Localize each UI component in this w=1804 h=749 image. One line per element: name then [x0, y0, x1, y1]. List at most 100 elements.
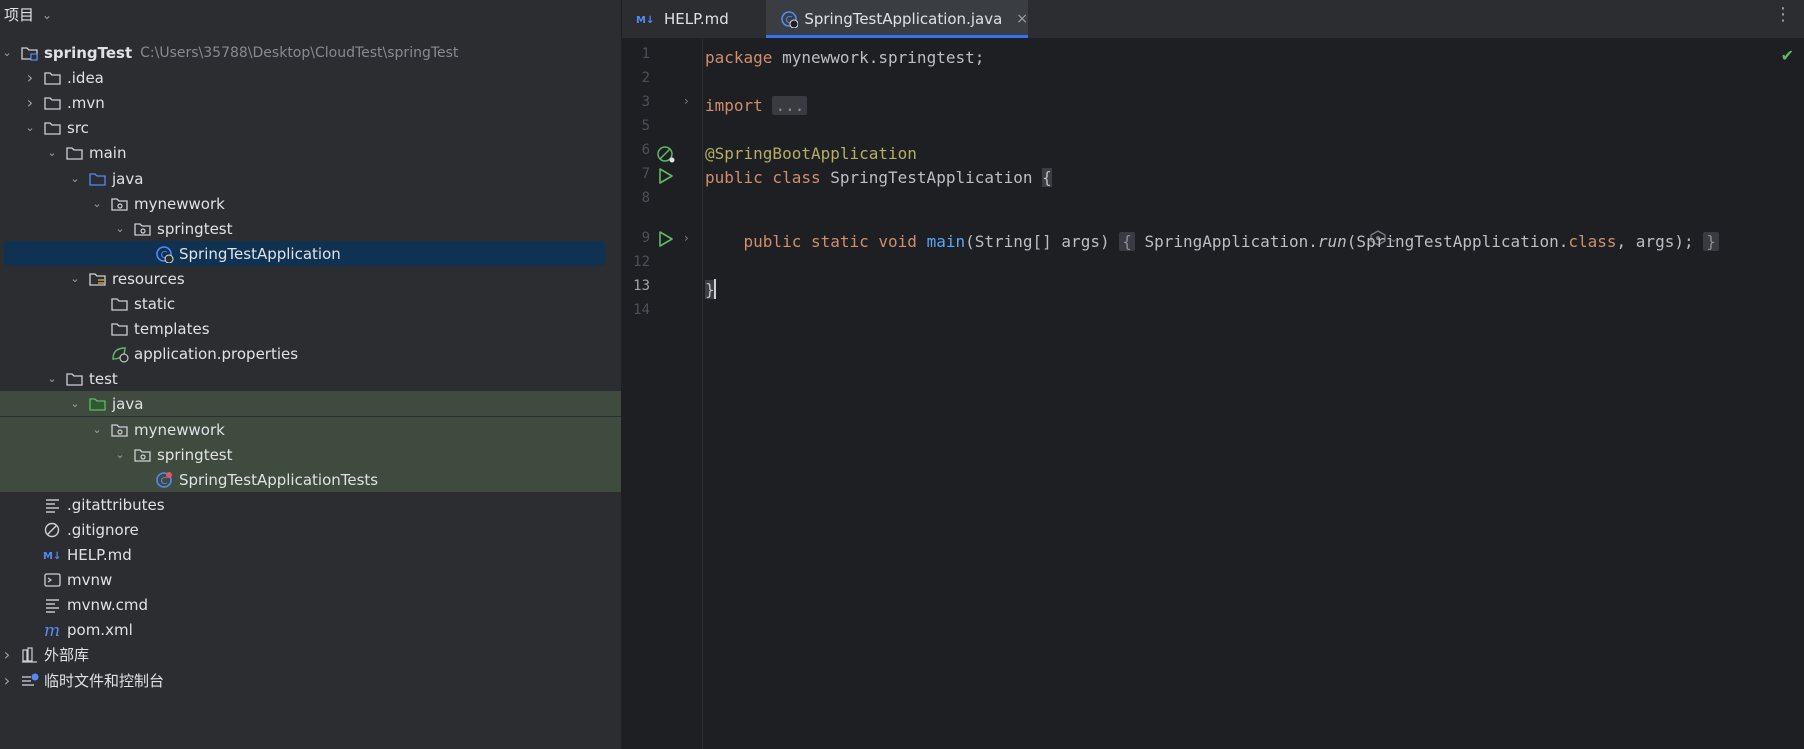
line-number: 2 [641, 70, 650, 86]
tree-item-springtestapplication[interactable]: C SpringTestApplication [4, 241, 605, 266]
tree-item-help-md[interactable]: M↓ HELP.md [0, 542, 621, 567]
editor: M↓ HELP.md C SpringTestApplication.java … [622, 0, 1804, 749]
code-line-9[interactable]: public static void main (String[] args) {… [705, 229, 1719, 253]
chevron-right-icon[interactable]: › [0, 671, 14, 690]
tree-item-label: mynewwork [134, 194, 225, 213]
tree-item-mvn[interactable]: › .mvn [0, 90, 621, 115]
class-name: SpringTestApplication [820, 167, 1043, 187]
keyword: package [705, 47, 773, 67]
tab-help-md[interactable]: M↓ HELP.md [636, 0, 744, 38]
tree-item-label: .mvn [67, 93, 105, 112]
tree-item-mvnw-cmd[interactable]: mvnw.cmd [0, 592, 621, 617]
chevron-down-icon[interactable]: ⌄ [113, 448, 127, 461]
tree-item-resources[interactable]: ⌄ resources [0, 266, 621, 291]
tree-item-label: HELP.md [67, 545, 132, 564]
more-vertical-icon[interactable]: ⋮ [1774, 4, 1792, 25]
tree-item-[interactable]: › 外部库 [0, 642, 621, 667]
tree-item-mynewwork[interactable]: ⌄ mynewwork [0, 417, 621, 442]
chevron-down-icon[interactable]: ⌄ [90, 197, 104, 210]
package-icon [110, 422, 130, 438]
tree-item-test[interactable]: ⌄ test [0, 366, 621, 391]
tree-item-application-properties[interactable]: application.properties [0, 341, 621, 366]
chevron-down-icon[interactable]: ⌄ [23, 121, 37, 134]
tree-item-label: .idea [67, 68, 104, 87]
spring-boot-class-icon: C [781, 11, 799, 28]
tree-item-springtestapplicationtests[interactable]: C SpringTestApplicationTests [0, 467, 621, 492]
tree-item-label: mvnw [67, 570, 113, 589]
chevron-right-icon[interactable]: › [23, 68, 37, 87]
tab-spring-test-application[interactable]: C SpringTestApplication.java × [766, 0, 1028, 38]
chevron-down-icon[interactable]: ⌄ [42, 8, 52, 22]
line-number: 14 [633, 302, 650, 318]
tree-item-gitattributes[interactable]: .gitattributes [0, 492, 621, 517]
tree-item-label: springTest [44, 43, 133, 62]
code-line-3[interactable]: import ... [705, 93, 808, 117]
folded-brace[interactable]: { [1119, 231, 1135, 251]
method-name: run [1317, 231, 1347, 251]
tree-item-[interactable]: › 临时文件和控制台 [0, 668, 621, 693]
tree-item-mvnw[interactable]: mvnw [0, 567, 621, 592]
tree-item-label: src [67, 118, 89, 137]
tree-item-src[interactable]: ⌄ src [0, 115, 621, 140]
annotation: @SpringBootApplication [705, 143, 917, 163]
close-icon[interactable]: × [1016, 11, 1028, 27]
run-icon[interactable] [658, 168, 674, 184]
project-panel-title: 项目 [4, 6, 35, 24]
tree-item-label: java [112, 394, 144, 413]
tree-item-mynewwork[interactable]: ⌄ mynewwork [0, 191, 621, 216]
tree-item-java[interactable]: ⌄ java [0, 166, 621, 191]
tree-item-label: .gitignore [67, 520, 139, 539]
folder-icon [65, 145, 85, 161]
keyword: class [1568, 231, 1617, 251]
folded-brace[interactable]: } [1703, 231, 1719, 251]
line-number: 13 [633, 278, 650, 294]
chevron-down-icon[interactable]: ⌄ [68, 397, 82, 410]
code-line-1[interactable]: package mynewwork.springtest; [705, 45, 984, 69]
fold-expand-icon[interactable]: › [684, 231, 689, 245]
chevron-down-icon[interactable]: ⌄ [68, 172, 82, 185]
markdown-icon: M↓ [636, 15, 654, 25]
tree-item-label: application.properties [134, 344, 299, 363]
tree-item-label: springtest [157, 219, 233, 238]
tree-item-idea[interactable]: › .idea [0, 65, 621, 90]
chevron-down-icon[interactable]: ⌄ [45, 372, 59, 385]
test-class-icon: C [155, 471, 175, 488]
check-icon[interactable]: ✔ [1781, 46, 1794, 65]
tree-item-springtest[interactable]: ⌄ springtest [0, 216, 621, 241]
package-icon [133, 221, 153, 237]
tree-item-main[interactable]: ⌄ main [0, 140, 621, 165]
method-name: main [926, 231, 966, 251]
code-line-6[interactable]: @SpringBootApplication [705, 141, 917, 165]
chevron-down-icon[interactable]: ⌄ [0, 46, 14, 59]
chevron-right-icon[interactable]: › [23, 93, 37, 112]
run-icon[interactable] [658, 231, 674, 247]
tree-item-springtest[interactable]: ⌄ springTest C:\Users\35788\Desktop\CloudT… [0, 40, 621, 65]
line-number: 8 [641, 190, 650, 206]
code-line-7[interactable]: public class SpringTestApplication { [705, 165, 1052, 189]
chevron-down-icon[interactable]: ⌄ [113, 222, 127, 235]
chevron-right-icon[interactable]: › [0, 645, 14, 664]
tree-item-static[interactable]: static [0, 291, 621, 316]
project-panel-header[interactable]: 项目 ⌄ [0, 0, 621, 29]
folded-imports[interactable]: ... [772, 95, 808, 115]
chevron-down-icon[interactable]: ⌄ [45, 146, 59, 159]
tree-item-pom-xml[interactable]: m pom.xml [0, 617, 621, 642]
code-line-13[interactable]: } [705, 277, 716, 301]
tree-item-springtest[interactable]: ⌄ springtest [0, 442, 621, 467]
libraries-icon [20, 646, 40, 663]
folder-icon [65, 371, 85, 387]
text-file-icon [43, 597, 63, 613]
spring-bean-gutter-icon[interactable] [656, 145, 676, 163]
tree-item-java[interactable]: ⌄ java [0, 391, 621, 416]
code-text: , args); [1616, 231, 1704, 251]
chevron-down-icon[interactable]: ⌄ [68, 272, 82, 285]
tree-item-gitignore[interactable]: .gitignore [0, 517, 621, 542]
tree-item-templates[interactable]: templates [0, 316, 621, 341]
editor-tab-bar: M↓ HELP.md C SpringTestApplication.java … [622, 0, 1804, 39]
keyword: public class [705, 167, 821, 187]
fold-expand-icon[interactable]: › [684, 94, 689, 108]
chevron-down-icon[interactable]: ⌄ [90, 423, 104, 436]
line-number: 6 [641, 142, 650, 158]
